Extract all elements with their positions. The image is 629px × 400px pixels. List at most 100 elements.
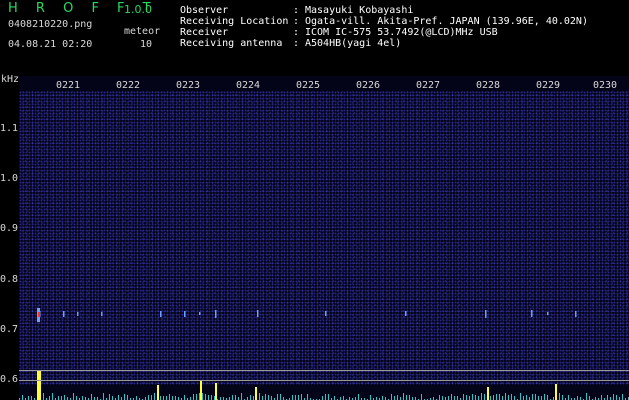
histogram-bar — [622, 394, 623, 400]
histogram-bar — [325, 394, 326, 400]
meteor-echo — [77, 312, 79, 316]
metadata-value: Masayuki Kobayashi — [305, 5, 414, 16]
histogram-bar — [61, 396, 62, 400]
histogram-bar — [280, 394, 281, 400]
histogram-bar — [397, 395, 398, 400]
histogram-bar — [541, 396, 542, 400]
metadata-row-location: Receiving Location : Ogata-vill. Akita-P… — [180, 16, 588, 27]
metadata-row-antenna: Receiving antenna : A504HB(yagi 4el) — [180, 38, 588, 49]
histogram-bar — [514, 396, 515, 400]
histogram-bar — [607, 395, 608, 400]
histogram-bar — [307, 394, 308, 400]
histogram-bar — [484, 394, 485, 400]
frequency-tick-label: 1.0 — [0, 173, 19, 184]
histogram-bar — [253, 396, 254, 400]
histogram-bar — [544, 394, 545, 400]
histogram-bar — [457, 396, 458, 400]
meteor-head-echo — [38, 312, 40, 317]
meteor-echo — [184, 311, 186, 317]
histogram-bar — [301, 394, 302, 400]
metadata-separator: : — [293, 16, 300, 27]
histogram-bar — [475, 395, 476, 400]
histogram-bar — [199, 393, 200, 400]
metadata-row-receiver: Receiver : ICOM IC-575 53.7492(@LCD)MHz … — [180, 27, 588, 38]
spectrogram-panel — [19, 76, 629, 400]
histogram-bar — [73, 393, 74, 400]
metadata-separator: : — [293, 5, 300, 16]
histogram-bar — [403, 393, 404, 400]
metadata-separator: : — [293, 38, 300, 49]
histogram-bar — [169, 394, 170, 400]
histogram-upper-line — [19, 370, 629, 371]
histogram-bar — [394, 396, 395, 400]
meteor-echo — [485, 310, 487, 318]
histogram-bar — [406, 395, 407, 400]
histogram-bar — [208, 395, 209, 400]
histogram-bar — [241, 393, 242, 400]
histogram-bar — [235, 395, 236, 400]
metadata-label: Receiving Location — [180, 16, 289, 27]
histogram-bar — [472, 394, 473, 400]
histogram-bar — [577, 396, 578, 400]
frequency-tick-label: 0.9 — [0, 223, 19, 234]
histogram-peak — [200, 381, 202, 400]
histogram-threshold-line — [19, 380, 629, 381]
histogram-bar — [526, 395, 527, 400]
histogram-bar — [478, 396, 479, 400]
meteor-echo — [199, 312, 201, 315]
histogram-bar — [601, 395, 602, 400]
histogram-bar — [493, 395, 494, 400]
metadata-value: A504HB(yagi 4el) — [305, 38, 402, 49]
histogram-bar — [508, 395, 509, 400]
histogram-bar — [265, 394, 266, 400]
histogram-bar — [451, 394, 452, 400]
histogram-bar — [523, 396, 524, 400]
meteor-echo — [575, 311, 577, 317]
histogram-peak — [555, 384, 557, 400]
histogram-bar — [448, 396, 449, 400]
time-tick-label: 0221 — [56, 80, 81, 91]
meteor-label: meteor — [124, 26, 161, 37]
histogram-bar — [532, 394, 533, 400]
frequency-tick-label: 0.8 — [0, 274, 19, 285]
histogram-bar — [124, 394, 125, 400]
metadata-row-observer: Observer : Masayuki Kobayashi — [180, 5, 588, 16]
meteor-echo — [405, 311, 407, 316]
histogram-bar — [52, 393, 53, 400]
histogram-bar — [250, 395, 251, 400]
station-metadata: Observer : Masayuki Kobayashi Receiving … — [180, 5, 588, 49]
histogram-peak — [215, 383, 217, 400]
histogram-bar — [259, 393, 260, 400]
histogram-bar — [232, 395, 233, 400]
histogram-bar — [343, 396, 344, 400]
time-tick-label: 0225 — [296, 80, 321, 91]
time-tick-label: 0230 — [593, 80, 618, 91]
histogram-bar — [211, 395, 212, 400]
meteor-echo — [160, 311, 162, 317]
metadata-value: ICOM IC-575 53.7492(@LCD)MHz USB — [305, 27, 498, 38]
histogram-bar — [520, 393, 521, 400]
histogram-bar — [136, 396, 137, 400]
histogram-bar — [172, 396, 173, 400]
meteor-echo — [215, 310, 217, 318]
histogram-bar — [496, 394, 497, 400]
metadata-label: Observer — [180, 5, 229, 16]
histogram-bar — [562, 395, 563, 400]
histogram-bar — [481, 393, 482, 400]
histogram-bar — [454, 396, 455, 400]
histogram-bar — [103, 393, 104, 400]
histogram-bar — [58, 396, 59, 400]
histogram-bar — [463, 394, 464, 400]
histogram-bar — [442, 396, 443, 400]
histogram-bar — [196, 394, 197, 400]
histogram-bar — [391, 394, 392, 400]
histogram-bar — [76, 396, 77, 400]
histogram-bar — [358, 394, 359, 400]
histogram-bar — [262, 396, 263, 400]
meteor-count: 10 — [140, 39, 153, 50]
histogram-bar — [490, 396, 491, 400]
histogram-bar — [547, 395, 548, 400]
histogram-peak — [157, 385, 159, 400]
histogram-bar — [538, 396, 539, 400]
histogram-peak — [37, 370, 39, 400]
